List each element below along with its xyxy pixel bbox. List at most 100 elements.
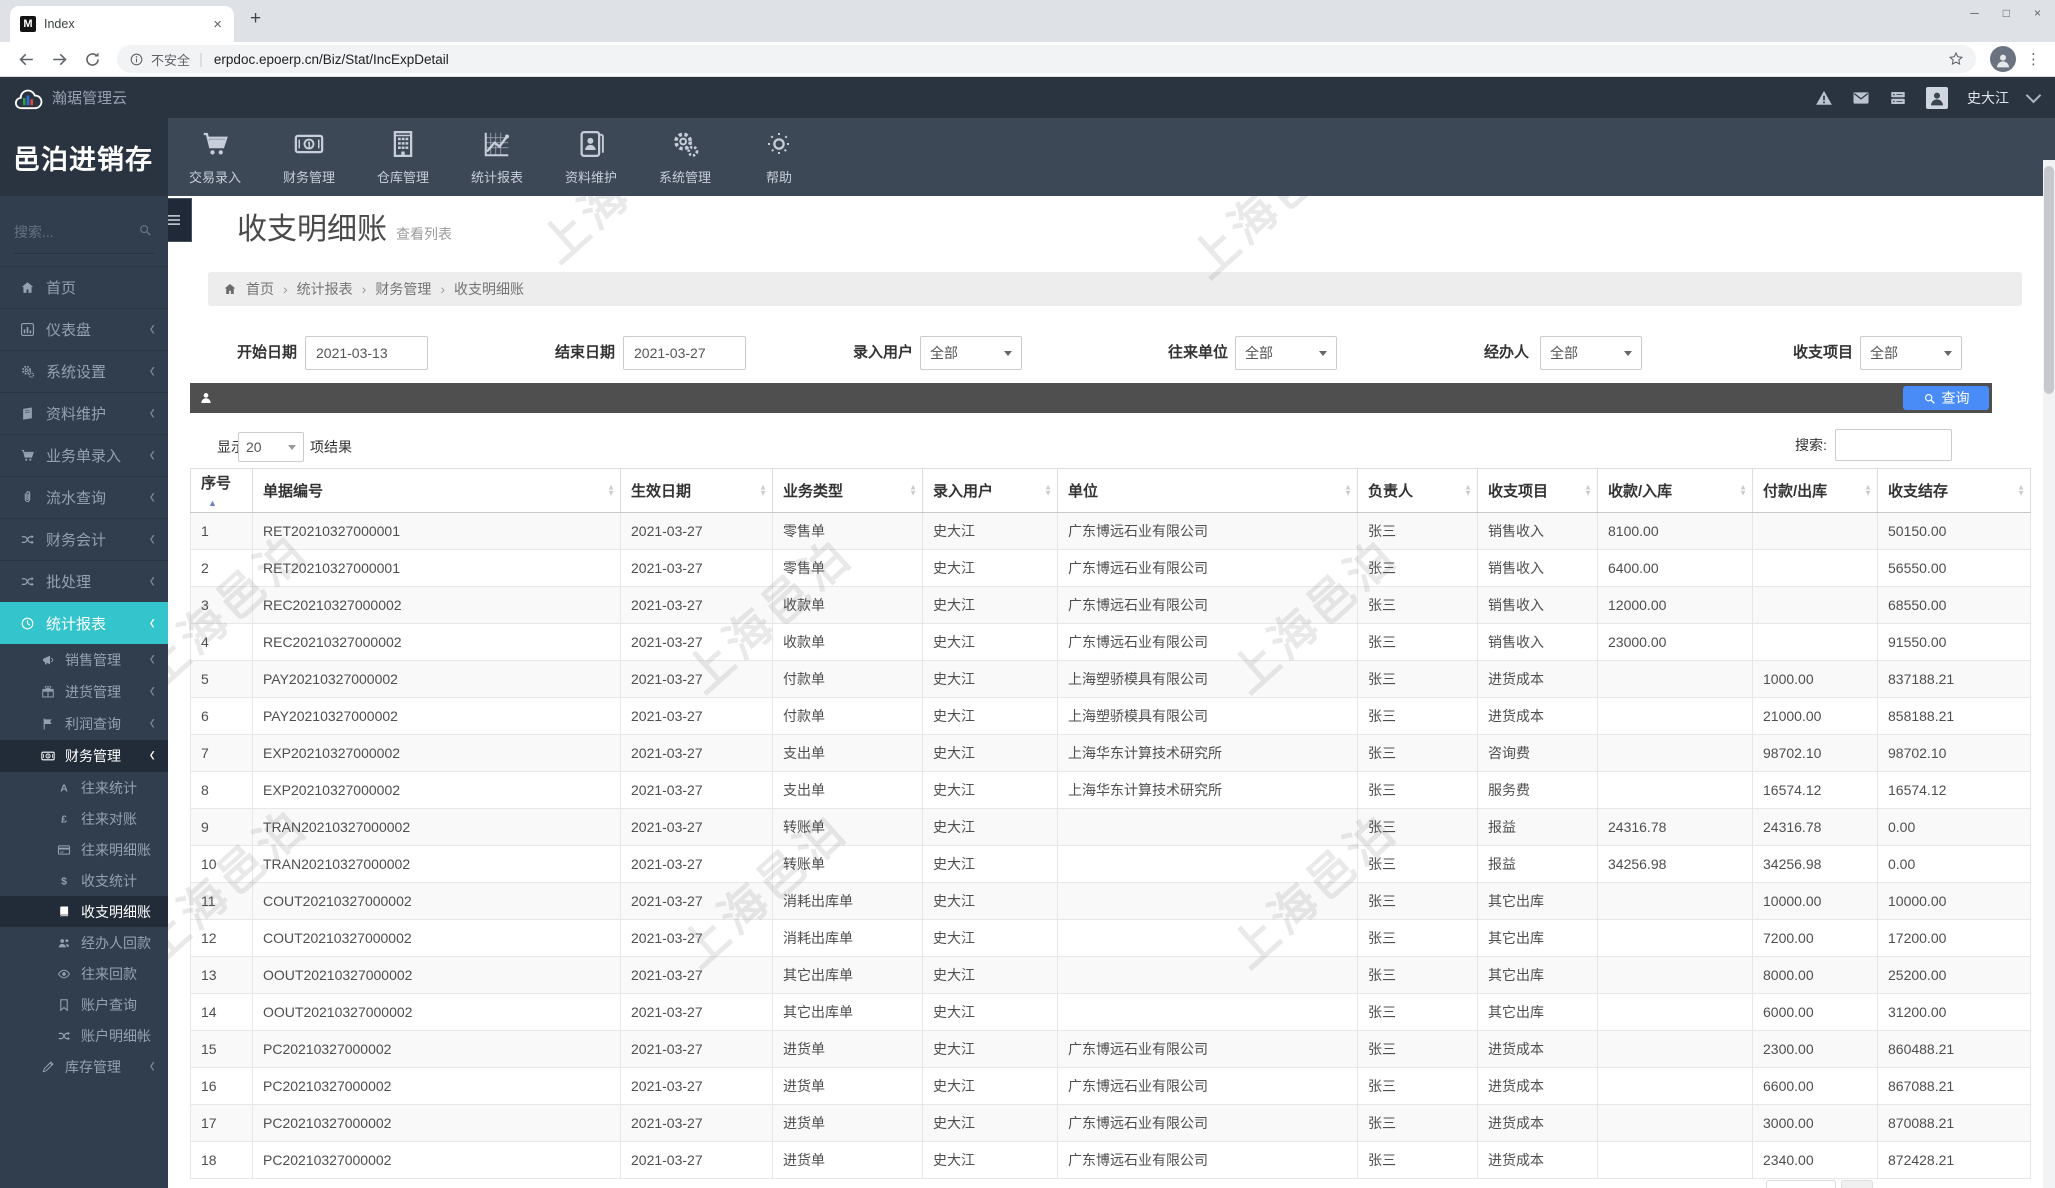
- sidebar-item[interactable]: 流水查询 ‹: [0, 476, 168, 518]
- top-nav-item[interactable]: 系统管理: [638, 118, 732, 196]
- column-header[interactable]: 序号 ▲: [190, 468, 253, 513]
- browser-menu-icon[interactable]: ⋮: [2022, 50, 2045, 68]
- sidebar-item[interactable]: 统计报表 ‹: [0, 602, 168, 644]
- counterparty-select[interactable]: 全部: [1235, 336, 1337, 370]
- sidebar-item[interactable]: 账户明细帐: [0, 1020, 168, 1051]
- column-header[interactable]: 录入用户 ▲ ▼: [922, 468, 1058, 513]
- breadcrumb-item[interactable]: 统计报表: [297, 279, 353, 299]
- tab-close-icon[interactable]: ×: [211, 16, 224, 33]
- sidebar-item[interactable]: 财务管理 ‹: [0, 740, 168, 772]
- bookmark-star-icon[interactable]: [1948, 51, 1964, 67]
- username[interactable]: 史大江: [1967, 88, 2009, 108]
- table-row[interactable]: 1 RET20210327000001 2021-03-27 零售单 史大江 广东博远石业…: [190, 512, 2031, 550]
- page-size-select[interactable]: 20: [238, 432, 304, 462]
- table-row[interactable]: 9 TRAN20210327000002 2021-03-27 转账单 史大江 张三 报益 2…: [190, 808, 2031, 846]
- info-icon[interactable]: [129, 52, 144, 67]
- new-tab-button[interactable]: +: [250, 8, 261, 30]
- alert-icon[interactable]: [1815, 89, 1833, 107]
- column-header[interactable]: 付款/出库 ▲ ▼: [1752, 468, 1878, 513]
- url-bar[interactable]: 不安全 | erpdoc.epoerp.cn/Biz/Stat/IncExpDe…: [117, 45, 1976, 73]
- sidebar-item[interactable]: 往来回款: [0, 958, 168, 989]
- table-row[interactable]: 7 EXP20210327000002 2021-03-27 支出单 史大江 上海华东计算…: [190, 734, 2031, 772]
- pagination-page-button[interactable]: [1841, 1180, 1873, 1188]
- top-nav-item[interactable]: 财务管理: [262, 118, 356, 196]
- table-row[interactable]: 4 REC20210327000002 2021-03-27 收款单 史大江 广东博远石业…: [190, 623, 2031, 661]
- top-nav-item[interactable]: 交易录入: [168, 118, 262, 196]
- column-header[interactable]: 单据编号 ▲ ▼: [252, 468, 621, 513]
- table-row[interactable]: 3 REC20210327000002 2021-03-27 收款单 史大江 广东博远石业…: [190, 586, 2031, 624]
- refresh-icon[interactable]: [83, 50, 102, 69]
- table-row[interactable]: 17 PC20210327000002 2021-03-27 进货单 史大江 广东博远石业…: [190, 1104, 2031, 1142]
- sort-icons: ▲ ▼: [759, 482, 767, 498]
- sidebar-item[interactable]: 往来统计: [0, 772, 168, 803]
- sidebar-item[interactable]: 往来对账: [0, 803, 168, 834]
- table-row[interactable]: 16 PC20210327000002 2021-03-27 进货单 史大江 广东博远石业…: [190, 1067, 2031, 1105]
- table-row[interactable]: 13 OOUT20210327000002 2021-03-27 其它出库单 史大江 张三…: [190, 956, 2031, 994]
- sidebar-item[interactable]: 销售管理 ‹: [0, 644, 168, 676]
- table-row[interactable]: 12 COUT20210327000002 2021-03-27 消耗出库单 史大江 张三…: [190, 919, 2031, 957]
- forward-icon[interactable]: [50, 50, 69, 69]
- window-close-icon[interactable]: ×: [2034, 2, 2041, 24]
- end-date-input[interactable]: [623, 336, 746, 370]
- column-header[interactable]: 收支项目 ▲ ▼: [1477, 468, 1598, 513]
- sidebar-item[interactable]: 往来明细账: [0, 834, 168, 865]
- sidebar-item[interactable]: 业务单录入 ‹: [0, 434, 168, 476]
- agent-select[interactable]: 全部: [1540, 336, 1642, 370]
- browser-tab[interactable]: M Index ×: [10, 6, 234, 42]
- window-minimize-icon[interactable]: ─: [1970, 2, 1979, 24]
- start-date-input[interactable]: [305, 336, 428, 370]
- sidebar-item[interactable]: 经办人回款: [0, 927, 168, 958]
- table-row[interactable]: 14 OOUT20210327000002 2021-03-27 其它出库单 史大江 张三…: [190, 993, 2031, 1031]
- person-icon: [199, 391, 213, 405]
- sidebar-item[interactable]: 库存管理 ‹: [0, 1051, 168, 1083]
- sidebar-item[interactable]: 收支明细账: [0, 896, 168, 927]
- table-search-input[interactable]: [1835, 429, 1952, 461]
- user-avatar[interactable]: [1926, 86, 1948, 109]
- browser-profile-avatar[interactable]: [1990, 46, 2016, 72]
- scrollbar-thumb[interactable]: [2044, 166, 2054, 394]
- globe-icon: [20, 616, 35, 631]
- breadcrumb-item[interactable]: 财务管理: [375, 279, 431, 299]
- table-row[interactable]: 2 RET20210327000001 2021-03-27 零售单 史大江 广东博远石业…: [190, 549, 2031, 587]
- column-header[interactable]: 单位 ▲ ▼: [1057, 468, 1358, 513]
- table-row[interactable]: 18 PC20210327000002 2021-03-27 进货单 史大江 广东博远石业…: [190, 1141, 2031, 1179]
- column-header[interactable]: 负责人 ▲ ▼: [1357, 468, 1478, 513]
- table-row[interactable]: 10 TRAN20210327000002 2021-03-27 转账单 史大江 张三 报益…: [190, 845, 2031, 883]
- column-header[interactable]: 生效日期 ▲ ▼: [620, 468, 773, 513]
- sidebar-item[interactable]: 首页: [0, 266, 168, 308]
- mail-icon[interactable]: [1852, 89, 1870, 107]
- table-row[interactable]: 5 PAY20210327000002 2021-03-27 付款单 史大江 上海塑骄模具…: [190, 660, 2031, 698]
- sidebar-item[interactable]: 进货管理 ‹: [0, 676, 168, 708]
- sidebar-item[interactable]: 账户查询: [0, 989, 168, 1020]
- server-icon[interactable]: [1889, 89, 1907, 107]
- column-header[interactable]: 收款/入库 ▲ ▼: [1597, 468, 1753, 513]
- table-row[interactable]: 11 COUT20210327000002 2021-03-27 消耗出库单 史大江 张三…: [190, 882, 2031, 920]
- top-nav-item[interactable]: 仓库管理: [356, 118, 450, 196]
- sidebar-item[interactable]: 财务会计 ‹: [0, 518, 168, 560]
- sidebar-item[interactable]: 批处理 ‹: [0, 560, 168, 602]
- top-nav-item[interactable]: 资料维护: [544, 118, 638, 196]
- income-item-select[interactable]: 全部: [1860, 336, 1962, 370]
- sidebar-item[interactable]: 收支统计: [0, 865, 168, 896]
- sidebar-search[interactable]: 搜索...: [14, 222, 154, 254]
- sidebar-item[interactable]: 仪表盘 ‹: [0, 308, 168, 350]
- query-button[interactable]: 查询: [1903, 386, 1989, 410]
- column-header[interactable]: 业务类型 ▲ ▼: [772, 468, 923, 513]
- table-row[interactable]: 15 PC20210327000002 2021-03-27 进货单 史大江 广东博远石业…: [190, 1030, 2031, 1068]
- chevron-down-icon[interactable]: [2025, 87, 2042, 104]
- table-row[interactable]: 6 PAY20210327000002 2021-03-27 付款单 史大江 上海塑骄模具…: [190, 697, 2031, 735]
- window-maximize-icon[interactable]: □: [2003, 2, 2010, 24]
- sidebar-item[interactable]: 系统设置 ‹: [0, 350, 168, 392]
- sort-icons: ▲ ▼: [1739, 482, 1747, 498]
- column-header[interactable]: 收支结存 ▲ ▼: [1877, 468, 2031, 513]
- table-row[interactable]: 8 EXP20210327000002 2021-03-27 支出单 史大江 上海华东计算…: [190, 771, 2031, 809]
- back-icon[interactable]: [17, 50, 36, 69]
- entry-user-select[interactable]: 全部: [920, 336, 1022, 370]
- top-nav-item[interactable]: 帮助: [732, 118, 826, 196]
- breadcrumb-item[interactable]: 首页: [246, 279, 274, 299]
- top-nav-item[interactable]: 统计报表: [450, 118, 544, 196]
- pagination-prev-button[interactable]: [1766, 1180, 1836, 1188]
- sidebar-item[interactable]: 利润查询 ‹: [0, 708, 168, 740]
- page-scrollbar[interactable]: [2043, 160, 2055, 1188]
- sidebar-item[interactable]: 资料维护 ‹: [0, 392, 168, 434]
